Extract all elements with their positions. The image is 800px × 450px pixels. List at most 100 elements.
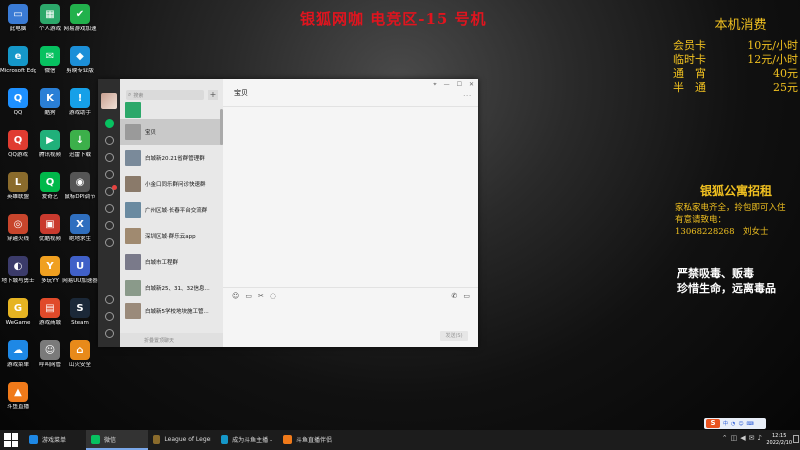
list-item[interactable]: 深圳区城·群乐云app <box>120 223 223 249</box>
moments-icon[interactable] <box>104 185 117 196</box>
ime-keyboard-icon[interactable]: ⌨ <box>747 421 754 427</box>
maximize-button[interactable]: ☐ <box>457 81 462 89</box>
mobile-icon[interactable] <box>104 295 114 304</box>
crossfire-icon: ◎ <box>8 214 28 234</box>
taskbar-item[interactable]: 斗鱼直播伴侣 <box>278 430 340 450</box>
notification-icon[interactable] <box>793 435 799 443</box>
ime-toolbar[interactable]: S 中 ◔ ☺ ⌨ <box>704 418 766 429</box>
minimize-button[interactable]: — <box>444 81 450 89</box>
volume-icon[interactable]: ◀ <box>740 434 745 442</box>
taskbar-item-label: 斗鱼直播伴侣 <box>296 436 333 444</box>
conversation-avatar <box>125 150 141 166</box>
wechat-tray-icon[interactable]: ✉ <box>749 434 755 442</box>
chevron-up-icon[interactable]: ⌃ <box>722 434 728 442</box>
desktop-icon[interactable]: S Steam <box>62 298 98 327</box>
list-item[interactable]: 白城市工程群 <box>120 249 223 275</box>
favorites-icon[interactable] <box>104 153 114 162</box>
search-nav-icon[interactable] <box>104 221 114 230</box>
desktop-icon[interactable]: ◉ 鼠标DPI调节 <box>62 172 98 201</box>
download-icon: ↓ <box>70 130 90 150</box>
desktop-icon[interactable]: Q QQ <box>0 88 36 117</box>
speaker-icon[interactable]: ♪ <box>758 434 762 442</box>
desktop-icon[interactable]: ▲ 斗鱼直播 <box>0 382 36 411</box>
desktop-icon[interactable]: e Microsoft Edge浏览器 <box>0 46 36 75</box>
desktop-icon[interactable]: ↓ 迅雷下载 <box>62 130 98 159</box>
desktop-icon[interactable]: ! 游戏助手 <box>62 88 98 117</box>
taskbar-item-label: League of Legends <box>164 435 211 443</box>
rent-phone: 13068228268 刘女士 <box>675 227 769 237</box>
desktop-icon[interactable]: ◎ 穿越火线 <box>0 214 36 243</box>
price-row: 通 宵 40元 <box>673 67 798 81</box>
pin-icon[interactable]: ⌖ <box>433 81 436 89</box>
conversation-avatar <box>125 303 141 319</box>
avatar[interactable] <box>101 93 117 109</box>
ime-emoji-icon[interactable]: ☺ <box>738 421 743 427</box>
files-icon[interactable] <box>104 170 114 179</box>
ime-mode[interactable]: 中 <box>723 420 728 427</box>
desktop-icon[interactable]: ☁ 游戏菜单 <box>0 340 36 369</box>
taskbar-item[interactable]: 成为斗鱼主播 - S... <box>216 430 278 450</box>
list-item[interactable] <box>120 101 223 119</box>
douyu-icon: ▲ <box>8 382 28 402</box>
list-item[interactable]: 广州区城·长春平台交流群 <box>120 197 223 223</box>
call-admin-icon: ☺ <box>40 340 60 360</box>
desktop-icon[interactable]: ⌂ 山火安全 <box>62 340 98 369</box>
desktop-icon-label: 游戏菜单 <box>6 362 29 368</box>
desktop-icon[interactable]: ▭ 此电脑 <box>0 4 36 33</box>
folded-chats-bar[interactable]: 折叠置顶聊天 <box>120 333 223 347</box>
send-button[interactable]: 发送(S) <box>440 331 468 341</box>
desktop-icon[interactable]: X 绝地求生 <box>62 214 98 243</box>
desktop-icon-label: QQ游戏 <box>8 152 28 158</box>
list-item[interactable]: 白城新25、31、32信息... <box>120 275 223 301</box>
mini-programs-icon[interactable] <box>104 238 114 247</box>
chat-icon[interactable] <box>104 119 114 128</box>
channels-icon[interactable] <box>104 204 114 213</box>
network-icon[interactable]: ◫ <box>731 434 738 442</box>
wechat-nav-bar <box>98 79 120 347</box>
game-helper-icon: ! <box>70 88 90 108</box>
ime-punct-icon[interactable]: ◔ <box>731 421 735 427</box>
mouse-icon: ◉ <box>70 172 90 192</box>
conversation-name: 小金口同乐群问诊快速群 <box>145 182 206 188</box>
message-input-area[interactable]: ☺ ▭ ✂ ◌ ✆ ▭ 发送(S) <box>223 287 478 347</box>
desktop-icon[interactable]: ◆ 剪映专业版 <box>62 46 98 75</box>
emoji-icon[interactable]: ☺ <box>232 292 239 300</box>
desktop-icon[interactable]: L 英雄联盟 <box>0 172 36 201</box>
search-input[interactable]: ⌕ 搜索 <box>126 90 204 100</box>
desktop-icon[interactable]: U 网易UU加速器 <box>62 256 98 285</box>
league-of-legends-icon: L <box>8 172 28 192</box>
price-name: 会员卡 <box>673 39 706 52</box>
contacts-icon[interactable] <box>104 136 114 145</box>
app-icon <box>153 434 161 444</box>
list-item[interactable]: 白城新5学校地块施工管... <box>120 301 223 321</box>
scissors-icon[interactable]: ✂ <box>258 292 264 300</box>
desktop-icon[interactable]: G WeGame <box>0 298 36 327</box>
capcut-icon: ◆ <box>70 46 90 66</box>
desktop-icon[interactable]: ✔ 网易游戏加速 <box>62 4 98 33</box>
taskbar-item[interactable]: League of Legends <box>148 430 216 450</box>
desktop-icon[interactable]: ◐ 地下城与勇士 <box>0 256 36 285</box>
iqiyi-icon: Q <box>40 172 60 192</box>
desktop-icon-label: 山火安全 <box>68 362 91 368</box>
list-item[interactable]: 宝贝 <box>120 119 223 145</box>
youku-icon: ▣ <box>40 214 60 234</box>
start-button[interactable] <box>4 433 18 447</box>
taskbar-item[interactable]: 游戏菜单 <box>24 430 86 450</box>
desktop-icon-label: 英雄联盟 <box>6 194 29 200</box>
taskbar-clock[interactable]: 12:15 2022/2/10 <box>766 433 792 447</box>
list-item[interactable]: 白城新20.21省群管理群 <box>120 145 223 171</box>
settings-menu-icon[interactable] <box>104 329 114 338</box>
chat-bubble-icon[interactable]: ◌ <box>270 292 276 300</box>
voice-call-icon[interactable]: ✆ <box>452 292 458 300</box>
phone-icon[interactable] <box>104 312 114 321</box>
desktop-icon[interactable]: Q QQ游戏 <box>0 130 36 159</box>
close-button[interactable]: ✕ <box>469 81 474 89</box>
taskbar-item[interactable]: 微信 <box>86 430 148 450</box>
video-call-icon[interactable]: ▭ <box>463 292 470 300</box>
more-options-icon[interactable]: ··· <box>463 93 472 100</box>
folder-icon[interactable]: ▭ <box>245 292 252 300</box>
list-item[interactable]: 小金口同乐群问诊快速群 <box>120 171 223 197</box>
yy-icon: Y <box>40 256 60 276</box>
price-value: 12元/小时 <box>747 53 798 66</box>
add-chat-button[interactable]: + <box>208 90 218 100</box>
